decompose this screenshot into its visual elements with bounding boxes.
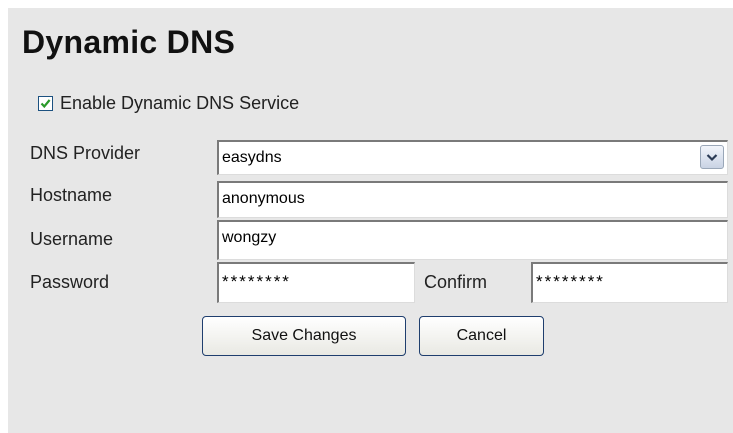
password-label: Password xyxy=(30,272,110,292)
confirm-label: Confirm xyxy=(424,272,488,292)
save-changes-button[interactable]: Save Changes xyxy=(202,316,406,356)
username-label: Username xyxy=(30,229,114,249)
enable-dns-label: Enable Dynamic DNS Service xyxy=(60,92,300,113)
enable-dns-option[interactable]: Enable Dynamic DNS Service xyxy=(38,92,299,114)
confirm-password-input[interactable]: ******** xyxy=(531,262,728,303)
dropdown-button[interactable] xyxy=(700,145,724,169)
dns-provider-select[interactable]: easydns xyxy=(217,140,728,175)
dns-provider-label: DNS Provider xyxy=(30,143,141,163)
username-input[interactable]: wongzy xyxy=(217,220,728,260)
cancel-button[interactable]: Cancel xyxy=(419,316,544,356)
dns-provider-value: easydns xyxy=(222,149,282,166)
checkmark-icon xyxy=(40,98,51,108)
page-title: Dynamic DNS xyxy=(22,24,236,60)
enable-dns-checkbox[interactable] xyxy=(38,95,53,111)
password-input[interactable]: ******** xyxy=(217,262,415,303)
hostname-label: Hostname xyxy=(30,185,113,205)
chevron-down-icon xyxy=(706,154,718,162)
hostname-input[interactable]: anonymous xyxy=(217,181,728,218)
